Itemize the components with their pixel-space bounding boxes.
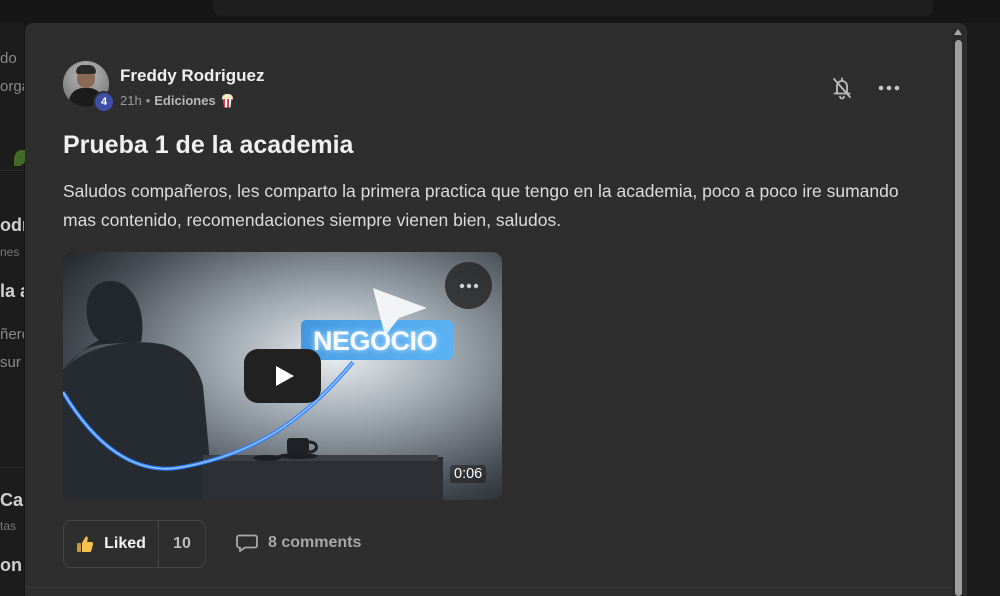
background-top-bar: [213, 0, 933, 16]
background-text: la a: [0, 281, 24, 301]
author-name[interactable]: Freddy Rodriguez: [120, 66, 265, 86]
more-horizontal-icon: [459, 283, 478, 288]
notifications-off-button[interactable]: [829, 75, 855, 101]
background-feed-column: do orga odr nes la a ñero sur Can tas on: [0, 22, 26, 596]
video-overlay-text: NEGOCIO: [313, 326, 438, 356]
meta-separator: •: [145, 93, 151, 108]
bell-off-icon: [833, 77, 851, 100]
video-embed[interactable]: NEGOCIO 0:06: [63, 252, 502, 500]
background-text: tas: [0, 519, 17, 533]
comment-icon: [236, 534, 258, 552]
more-horizontal-icon: [878, 85, 900, 91]
background-text: ñero: [0, 326, 24, 343]
background-text: sur: [0, 354, 21, 371]
background-text: nes: [0, 245, 20, 259]
comments-label: 8 comments: [268, 534, 362, 551]
background-right-edge: [966, 22, 1000, 596]
like-control: Liked 10: [63, 520, 206, 568]
post-options-button[interactable]: [876, 75, 902, 101]
divider: [25, 587, 952, 588]
video-options-button[interactable]: [445, 262, 492, 309]
video-duration: 0:06: [450, 465, 487, 483]
comments-button[interactable]: 8 comments: [236, 533, 361, 553]
like-label: Liked: [104, 535, 146, 552]
scrollbar-thumb[interactable]: [955, 40, 962, 596]
post-meta: 21h • Ediciones: [120, 93, 233, 108]
post-title: Prueba 1 de la academia: [63, 131, 354, 159]
background-divider: [0, 467, 24, 468]
background-text: orga: [0, 78, 24, 95]
background-text: Can: [0, 490, 24, 510]
post-body: Saludos compañeros, les comparto la prim…: [63, 181, 899, 230]
like-button[interactable]: Liked: [64, 521, 159, 567]
play-button[interactable]: [244, 349, 321, 403]
play-icon: [275, 366, 294, 386]
thumbs-up-icon: [77, 536, 94, 552]
post-category[interactable]: Ediciones: [154, 93, 215, 108]
like-count[interactable]: 10: [159, 521, 205, 567]
scroll-up-icon[interactable]: [954, 29, 962, 35]
background-text: on: [0, 555, 22, 575]
level-badge: 4: [93, 91, 115, 113]
background-text: do: [0, 50, 17, 67]
post-time: 21h: [120, 93, 142, 108]
popcorn-icon: [221, 93, 233, 108]
background-divider: [0, 170, 24, 171]
background-text: odr: [0, 215, 24, 235]
